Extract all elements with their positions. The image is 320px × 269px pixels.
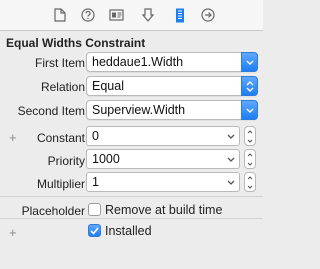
- first-item-value: heddaue1.Width: [92, 55, 184, 69]
- inspector-toolbar: [0, 0, 263, 31]
- priority-field[interactable]: 1000: [86, 149, 240, 169]
- file-icon[interactable]: [52, 7, 68, 23]
- chevron-down-icon[interactable]: [223, 127, 239, 145]
- add-variation-constant-button[interactable]: +: [9, 130, 17, 145]
- multiplier-label: Multiplier: [36, 177, 85, 191]
- priority-stepper[interactable]: [244, 149, 256, 169]
- stepper-up-icon[interactable]: [245, 150, 255, 159]
- multiplier-field[interactable]: 1: [86, 172, 240, 192]
- constant-value: 0: [92, 129, 99, 143]
- chevron-down-icon[interactable]: [241, 52, 258, 72]
- multiplier-stepper[interactable]: [244, 172, 256, 192]
- installed-label[interactable]: Installed: [105, 224, 152, 238]
- constant-stepper[interactable]: [244, 126, 256, 146]
- add-variation-installed-button[interactable]: +: [9, 225, 17, 240]
- priority-label: Priority: [47, 154, 85, 168]
- checkmark-icon: [90, 226, 99, 235]
- chevron-updown-icon[interactable]: [241, 76, 258, 96]
- installed-checkbox[interactable]: [88, 224, 101, 237]
- stepper-up-icon[interactable]: [245, 127, 255, 136]
- identity-icon[interactable]: [108, 7, 124, 23]
- second-item-popup[interactable]: Superview.Width: [86, 100, 258, 120]
- remove-at-build-time-checkbox[interactable]: [88, 203, 101, 216]
- stepper-up-icon[interactable]: [245, 173, 255, 182]
- constant-field[interactable]: 0: [86, 126, 240, 146]
- priority-value: 1000: [92, 152, 120, 166]
- relation-value: Equal: [92, 79, 124, 93]
- divider: [0, 218, 263, 219]
- help-icon[interactable]: [80, 7, 96, 23]
- second-item-value: Superview.Width: [92, 103, 186, 117]
- divider: [0, 196, 263, 197]
- chevron-down-icon[interactable]: [223, 173, 239, 191]
- attributes-icon[interactable]: [140, 7, 156, 23]
- chevron-down-icon[interactable]: [241, 100, 258, 120]
- placeholder-label: Placeholder: [21, 204, 85, 218]
- remove-at-build-time-label[interactable]: Remove at build time: [105, 203, 222, 217]
- chevron-down-icon[interactable]: [223, 150, 239, 168]
- size-inspector-icon[interactable]: [172, 7, 188, 23]
- section-title: Equal Widths Constraint: [6, 36, 146, 50]
- stepper-down-icon[interactable]: [245, 136, 255, 145]
- connections-icon[interactable]: [200, 7, 216, 23]
- second-item-label: Second Item: [17, 104, 85, 118]
- first-item-label: First Item: [35, 56, 85, 70]
- stepper-down-icon[interactable]: [245, 182, 255, 191]
- stepper-down-icon[interactable]: [245, 159, 255, 168]
- first-item-popup[interactable]: heddaue1.Width: [86, 52, 258, 72]
- relation-label: Relation: [40, 80, 85, 94]
- constant-label: Constant: [36, 131, 85, 145]
- multiplier-value: 1: [92, 175, 99, 189]
- relation-popup[interactable]: Equal: [86, 76, 258, 96]
